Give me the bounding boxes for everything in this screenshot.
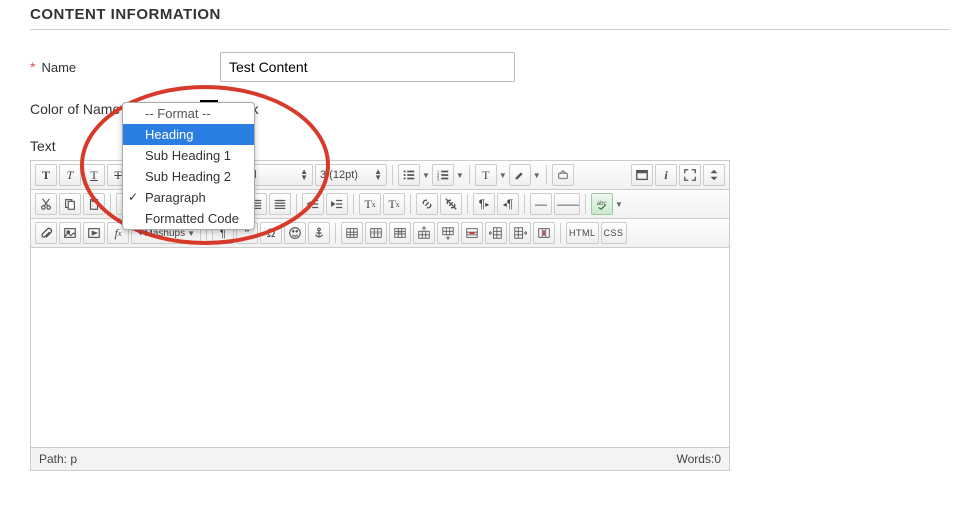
format-option-subheading1[interactable]: Sub Heading 1 xyxy=(123,145,254,166)
separator xyxy=(353,194,354,214)
rich-text-editor: T T T T ▲▼ al ▲▼ 3 (12pt) ▲▼ ▼ 123 ▼ T xyxy=(30,160,730,471)
required-asterisk: * xyxy=(30,59,35,75)
bullet-list-button[interactable] xyxy=(398,164,420,186)
italic-button[interactable]: T xyxy=(59,164,81,186)
emoticon-button[interactable] xyxy=(284,222,306,244)
separator xyxy=(110,194,111,214)
css-view-button[interactable]: CSS xyxy=(601,222,627,244)
attach-button[interactable] xyxy=(35,222,57,244)
format-option-heading[interactable]: Heading xyxy=(123,124,254,145)
color-label: Color of Name xyxy=(30,101,120,117)
svg-text:3: 3 xyxy=(437,176,440,181)
delete-col-button[interactable] xyxy=(533,222,555,244)
underline-button[interactable]: T xyxy=(83,164,105,186)
separator xyxy=(585,194,586,214)
preview-button[interactable] xyxy=(631,164,653,186)
image-button[interactable] xyxy=(59,222,81,244)
name-label: Name xyxy=(41,60,76,75)
text-color-button[interactable]: T xyxy=(475,164,497,186)
separator xyxy=(469,165,470,185)
format-option-paragraph[interactable]: ✓Paragraph xyxy=(123,187,254,208)
font-size-dropdown[interactable]: 3 (12pt) ▲▼ xyxy=(315,164,387,186)
media-button[interactable] xyxy=(83,222,105,244)
format-option-formattedcode[interactable]: Formatted Code xyxy=(123,208,254,229)
copy-button[interactable] xyxy=(59,193,81,215)
table-row-props-button[interactable] xyxy=(365,222,387,244)
insert-table-button[interactable] xyxy=(341,222,363,244)
paste-button[interactable] xyxy=(83,193,105,215)
separator xyxy=(392,165,393,185)
numbered-list-button[interactable]: 123 xyxy=(432,164,454,186)
symbol-button[interactable]: Ω xyxy=(260,222,282,244)
collapse-button[interactable] xyxy=(703,164,725,186)
subscript-button[interactable]: Tx xyxy=(383,193,405,215)
ltr-button[interactable]: ¶▸ xyxy=(473,193,495,215)
separator xyxy=(560,223,561,243)
link-button[interactable] xyxy=(416,193,438,215)
rtl-button[interactable]: ◂¶ xyxy=(497,193,519,215)
separator xyxy=(335,223,336,243)
table-cell-props-button[interactable] xyxy=(389,222,411,244)
insert-col-right-button[interactable] xyxy=(509,222,531,244)
insert-row-below-button[interactable] xyxy=(437,222,459,244)
format-dropdown-menu: -- Format -- Heading Sub Heading 1 Sub H… xyxy=(122,102,255,230)
clear-formatting-button[interactable] xyxy=(552,164,574,186)
name-row: * Name xyxy=(30,52,949,82)
anchor-button[interactable] xyxy=(308,222,330,244)
long-dash-button[interactable]: —— xyxy=(554,193,580,215)
highlight-color-button[interactable] xyxy=(509,164,531,186)
insert-row-above-button[interactable] xyxy=(413,222,435,244)
superscript-button[interactable]: Tx xyxy=(359,193,381,215)
html-view-button[interactable]: HTML xyxy=(566,222,599,244)
delete-row-button[interactable] xyxy=(461,222,483,244)
outdent-button[interactable] xyxy=(302,193,324,215)
format-option-subheading2[interactable]: Sub Heading 2 xyxy=(123,166,254,187)
path-display: Path: p xyxy=(39,452,77,466)
chevron-updown-icon: ▲▼ xyxy=(300,169,308,181)
format-option-header: -- Format -- xyxy=(123,103,254,124)
separator xyxy=(546,165,547,185)
word-count: Words:0 xyxy=(677,452,721,466)
hr-button[interactable]: — xyxy=(530,193,552,215)
chevron-updown-icon: ▲▼ xyxy=(374,169,382,181)
cut-button[interactable] xyxy=(35,193,57,215)
unlink-button[interactable] xyxy=(440,193,462,215)
info-button[interactable]: i xyxy=(655,164,677,186)
fullscreen-button[interactable] xyxy=(679,164,701,186)
section-title: CONTENT INFORMATION xyxy=(30,0,949,30)
editor-textarea[interactable] xyxy=(30,248,730,448)
bold-button[interactable]: T xyxy=(35,164,57,186)
separator xyxy=(524,194,525,214)
indent-button[interactable] xyxy=(326,193,348,215)
label-group: * Name xyxy=(30,59,210,75)
separator xyxy=(467,194,468,214)
insert-col-left-button[interactable] xyxy=(485,222,507,244)
align-justify-button[interactable] xyxy=(269,193,291,215)
check-icon: ✓ xyxy=(128,190,138,204)
editor-statusbar: Path: p Words:0 xyxy=(30,448,730,471)
name-input[interactable] xyxy=(220,52,515,82)
spellcheck-button[interactable]: abc xyxy=(591,193,613,215)
separator xyxy=(296,194,297,214)
separator xyxy=(410,194,411,214)
